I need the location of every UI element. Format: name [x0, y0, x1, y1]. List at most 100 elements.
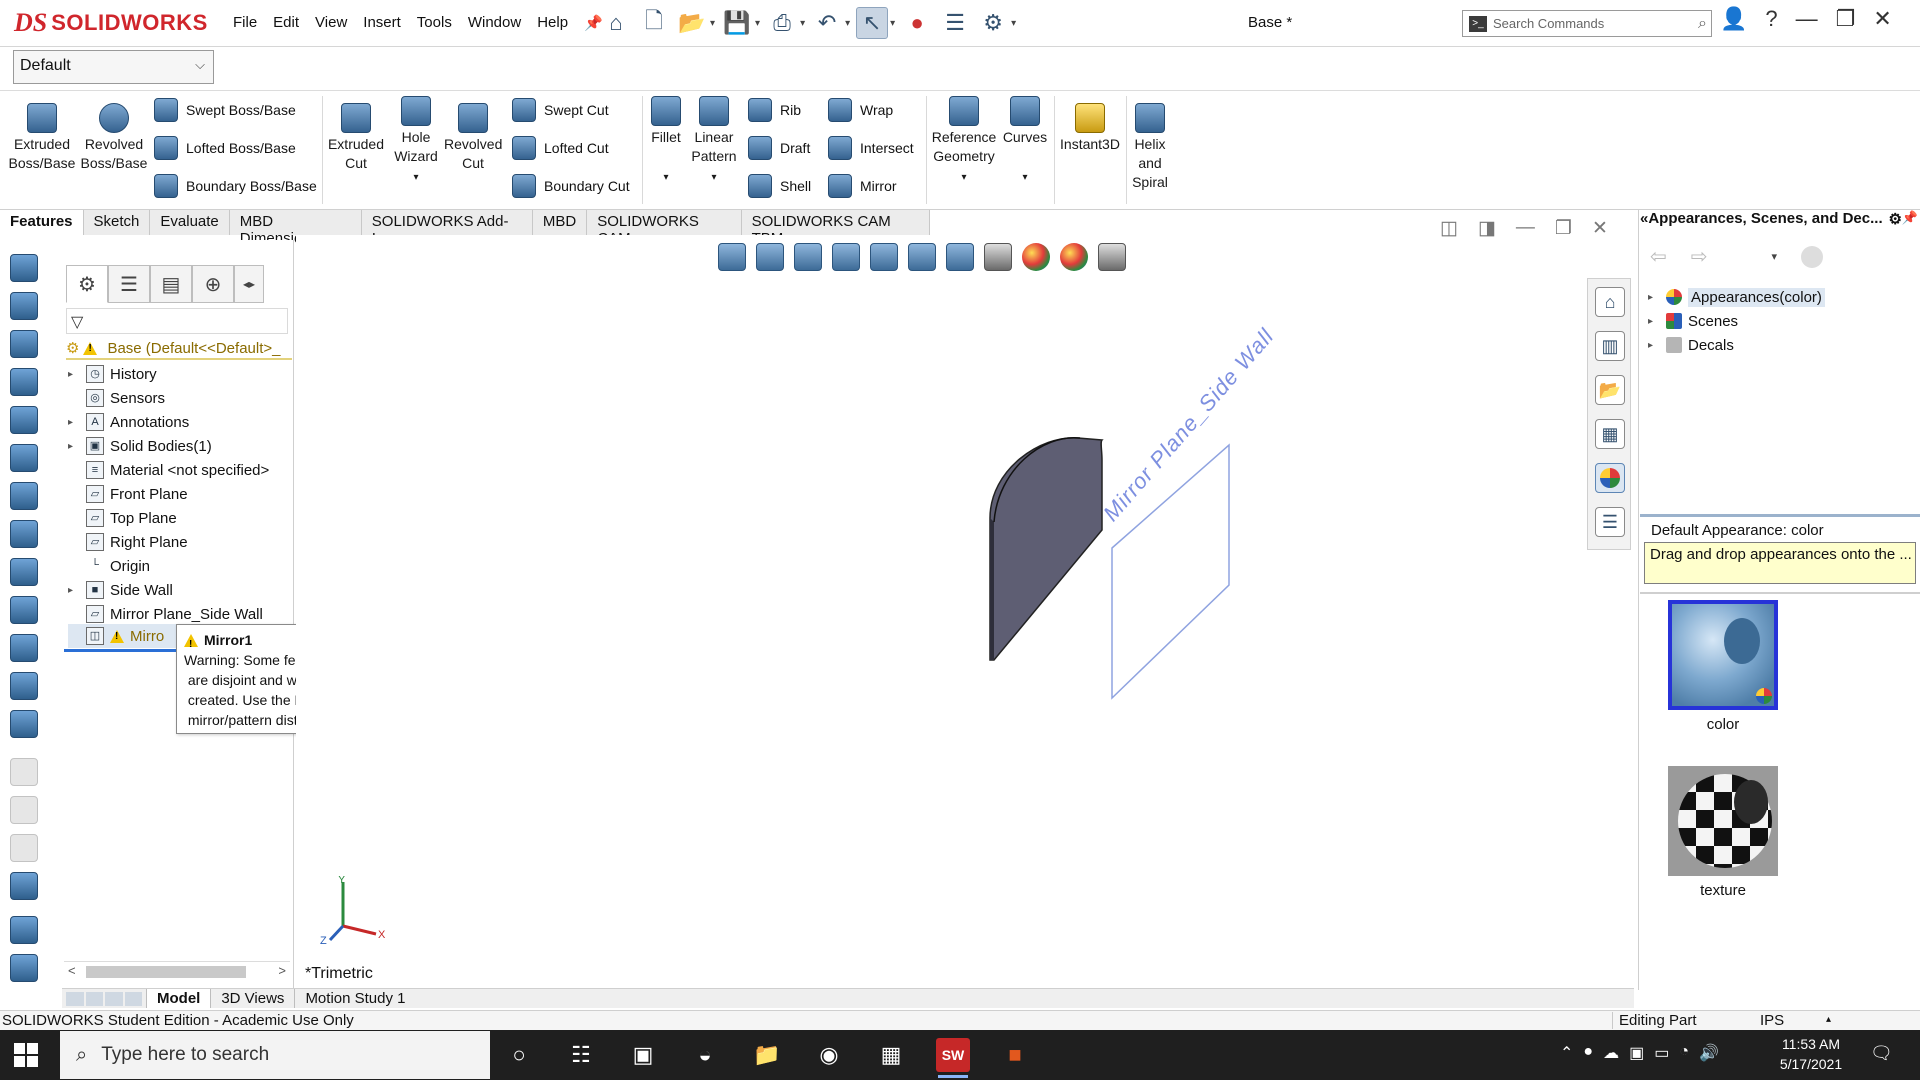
tree-item-material[interactable]: ≡ Material <not specified> — [68, 458, 269, 482]
search-commands-input[interactable]: >_ Search Commands ⌕ — [1462, 10, 1712, 37]
dimxpert-tab-icon[interactable]: ⊕ — [192, 265, 234, 303]
save-icon[interactable]: 💾 — [721, 7, 753, 39]
undo-icon[interactable]: ↶ — [811, 7, 843, 39]
lofted-boss-button[interactable]: Lofted Boss/Base — [154, 136, 296, 160]
hole-wizard-dropdown-icon[interactable]: ▾ — [413, 172, 418, 183]
revolved-boss-button[interactable]: Revolved Boss/Base — [80, 103, 148, 173]
pane-pin-icon[interactable]: 📌 — [1902, 210, 1918, 226]
unit-system-dropdown-icon[interactable]: ▴ — [1826, 1014, 1831, 1025]
scroll-right-icon[interactable]: > — [278, 963, 286, 978]
expand-arrow-icon[interactable]: ▸ — [1648, 292, 1660, 303]
minimize-icon[interactable]: — — [1796, 6, 1818, 32]
save-dropdown-icon[interactable]: ▾ — [755, 18, 760, 29]
viewport-restore-icon[interactable]: ❐ — [1555, 217, 1572, 240]
options-gear-icon[interactable]: ⚙ — [977, 7, 1009, 39]
intersect-shortcut-icon[interactable] — [10, 672, 38, 700]
scroll-left-icon[interactable]: < — [68, 963, 76, 978]
custom-properties-icon[interactable]: ☰ — [1595, 507, 1625, 537]
expand-arrow-icon[interactable]: ▸ — [1648, 340, 1660, 351]
expand-arrow-icon[interactable]: ▸ — [68, 441, 82, 452]
design-library-icon[interactable]: ▥ — [1595, 331, 1625, 361]
tab-model[interactable]: Model — [146, 989, 211, 1008]
help-icon[interactable]: ? — [1765, 6, 1777, 32]
view-settings-icon[interactable] — [1098, 243, 1126, 271]
tree-item-mirror1[interactable]: ◫ Mirro — [68, 624, 176, 648]
fillet-dropdown-icon[interactable]: ▾ — [663, 172, 668, 183]
last-tab-icon[interactable] — [124, 992, 142, 1006]
curves-shortcut-icon[interactable] — [10, 954, 38, 982]
configuration-select[interactable]: Default ⌵ — [13, 50, 214, 84]
reference-geometry-shortcut-icon[interactable] — [10, 916, 38, 944]
plane-shortcut-icon[interactable] — [10, 482, 38, 510]
menu-help[interactable]: Help — [529, 14, 576, 32]
extruded-cut-shortcut-icon[interactable] — [10, 368, 38, 396]
revolved-boss-shortcut-icon[interactable] — [10, 292, 38, 320]
swept-boss-button[interactable]: Swept Boss/Base — [154, 98, 296, 122]
edit-appearance-icon[interactable] — [1022, 243, 1050, 271]
rib-button[interactable]: Rib — [748, 98, 801, 122]
close-icon[interactable]: ✕ — [1873, 6, 1891, 32]
tree-item-solid-bodies[interactable]: ▸ ▣ Solid Bodies(1) — [68, 434, 212, 458]
tree-horizontal-scrollbar[interactable]: < > — [64, 961, 290, 981]
chamfer-shortcut-icon[interactable] — [10, 444, 38, 472]
tab-mbd[interactable]: MBD — [532, 210, 588, 235]
menu-insert[interactable]: Insert — [355, 14, 409, 32]
view-palette-icon[interactable]: ▦ — [1595, 419, 1625, 449]
tree-item-sensors[interactable]: ◎ Sensors — [68, 386, 165, 410]
tab-features[interactable]: Features — [0, 210, 84, 235]
chrome-browser-icon[interactable]: ◉ — [812, 1038, 846, 1072]
hide-show-items-icon[interactable] — [984, 243, 1012, 271]
shell-shortcut-icon[interactable] — [10, 520, 38, 548]
view-orientation-icon[interactable] — [908, 243, 936, 271]
scrollbar-thumb[interactable] — [86, 966, 246, 978]
next-tab-icon[interactable] — [105, 992, 123, 1006]
open-dropdown-icon[interactable]: ▾ — [710, 18, 715, 29]
search-icon[interactable]: ⌕ — [1698, 15, 1707, 33]
menu-window[interactable]: Window — [460, 14, 529, 32]
menu-view[interactable]: View — [307, 14, 355, 32]
rib-shortcut-icon[interactable] — [10, 710, 38, 738]
solidworks-resources-icon[interactable]: ⌂ — [1595, 287, 1625, 317]
home-icon[interactable]: ⌂ — [600, 7, 632, 39]
expand-arrow-icon[interactable]: ▸ — [68, 369, 82, 380]
expand-arrow-icon[interactable]: ▸ — [1648, 316, 1660, 327]
mirror-button[interactable]: Mirror — [828, 174, 897, 198]
zoom-to-fit-icon[interactable] — [718, 243, 746, 271]
solidworks-logo[interactable]: DS SOLIDWORKS — [14, 6, 208, 40]
tree-filter-input[interactable]: ▽ — [66, 308, 288, 334]
volume-icon[interactable]: 🔊 — [1699, 1043, 1719, 1063]
view-mode-dropdown-icon[interactable]: ▾ — [1772, 250, 1778, 263]
dynamic-annotation-icon[interactable] — [870, 243, 898, 271]
open-folder-icon[interactable]: 📂 — [676, 7, 708, 39]
lofted-cut-button[interactable]: Lofted Cut — [512, 136, 609, 160]
viewport-close-icon[interactable]: ✕ — [1592, 217, 1608, 240]
pane-splitter[interactable] — [1640, 514, 1920, 517]
fillet-shortcut-icon[interactable] — [10, 406, 38, 434]
menu-tools[interactable]: Tools — [409, 14, 460, 32]
extruded-cut-button[interactable]: Extruded Cut — [326, 103, 386, 173]
boundary-cut-button[interactable]: Boundary Cut — [512, 174, 630, 198]
tab-solidworks-cam[interactable]: SOLIDWORKS CAM — [587, 210, 742, 247]
mirror-shortcut-icon[interactable] — [10, 596, 38, 624]
property-manager-tab-icon[interactable]: ☰ — [108, 265, 150, 303]
tab-solidworks-cam-tbm[interactable]: SOLIDWORKS CAM TBM — [741, 210, 930, 247]
tab-mbd-dimensions[interactable]: MBD Dimensions — [229, 210, 362, 247]
file-explorer-icon[interactable]: 📁 — [750, 1038, 784, 1072]
tabs-scroll-arrows-icon[interactable]: ◂▸ — [234, 265, 264, 303]
color-appearance-thumbnail[interactable] — [1668, 600, 1778, 710]
menu-edit[interactable]: Edit — [265, 14, 307, 32]
appearances-color-item[interactable]: ▸ Appearances(color) — [1648, 285, 1825, 309]
file-explorer-icon[interactable]: 📂 — [1595, 375, 1625, 405]
rebuild-traffic-light-icon[interactable]: ● — [901, 7, 933, 39]
draft-button[interactable]: Draft — [748, 136, 810, 160]
section-view-icon[interactable] — [832, 243, 860, 271]
tray-app-icon[interactable]: ● — [1583, 1043, 1593, 1063]
feature-manager-tab-icon[interactable]: ⚙ — [66, 265, 108, 303]
restore-icon[interactable]: ❐ — [1836, 6, 1856, 32]
linear-pattern-button[interactable]: Linear Pattern ▾ — [688, 96, 740, 187]
extruded-boss-shortcut-icon[interactable] — [10, 254, 38, 282]
tab-sketch[interactable]: Sketch — [83, 210, 151, 235]
undo-dropdown-icon[interactable]: ▾ — [845, 18, 850, 29]
revolved-cut-button[interactable]: Revolved Cut — [444, 103, 502, 173]
tree-item-origin[interactable]: └ Origin — [68, 554, 150, 578]
